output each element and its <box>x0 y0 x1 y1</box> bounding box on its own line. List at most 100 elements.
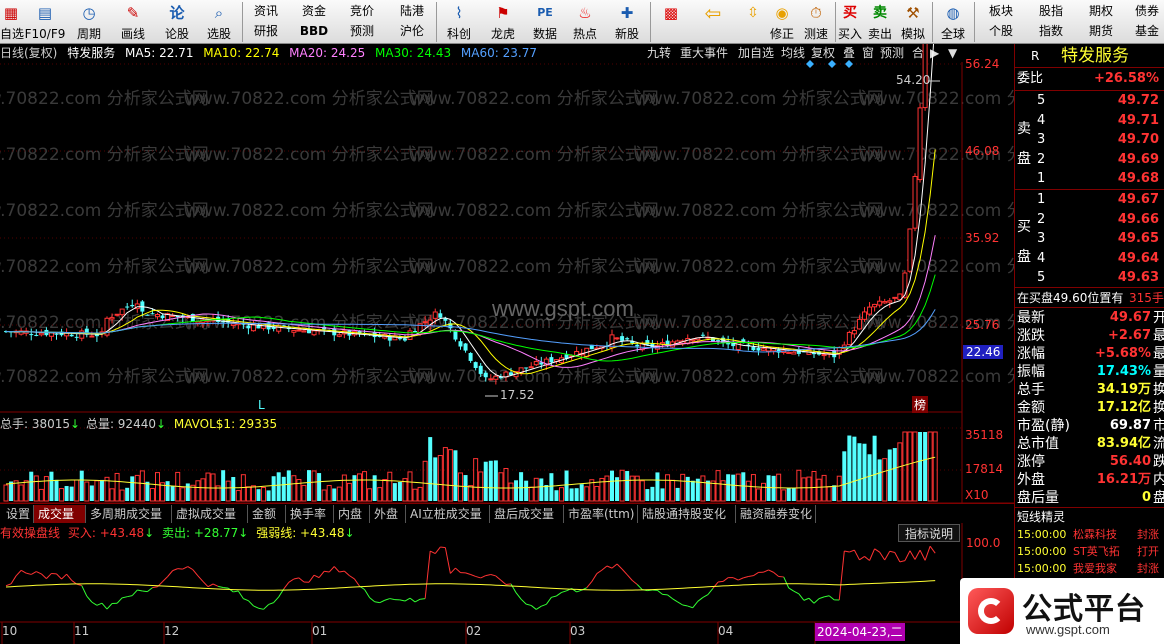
index-button[interactable]: 指数 <box>1032 21 1070 41</box>
futures-button[interactable]: 期货 <box>1082 21 1120 41</box>
forecast-button[interactable]: 预测 <box>342 21 382 41</box>
watchlist-button[interactable]: ▦ 自选 <box>0 1 24 43</box>
individual-stock-button[interactable]: 个股 <box>982 21 1020 41</box>
research-button[interactable]: 研报 <box>246 21 286 41</box>
indicator-tab[interactable]: 换手率 <box>286 505 334 523</box>
stat-label: 总手 <box>1017 382 1045 398</box>
indicator-buy-line <box>127 595 133 598</box>
auction-button-group[interactable]: 竞价 预测 <box>342 1 382 43</box>
indicator-buy-line <box>576 589 582 593</box>
indicator-tab[interactable]: 陆股通持股变化 <box>638 505 736 523</box>
watermark-text: www.70822.com 分析家公式网 <box>185 257 434 277</box>
fund-button[interactable]: 资金 <box>294 1 334 21</box>
volume-bar <box>806 476 812 502</box>
indicator-buy-line <box>606 565 613 569</box>
sell-level-row[interactable]: 5 49.72 <box>1015 92 1164 110</box>
sprite-row[interactable]: 15:00:00 我爱我家 封涨 <box>1015 560 1164 578</box>
stat-label: 涨跌 <box>1017 328 1045 344</box>
indicator-buy-line <box>288 578 295 583</box>
auction-button[interactable]: 竞价 <box>342 1 382 21</box>
futures-button-group[interactable]: 期权 期货 <box>1082 1 1120 43</box>
sell-level-row[interactable]: 2 49.69 <box>1015 151 1164 169</box>
indicator-tab[interactable]: 外盘 <box>370 505 406 523</box>
indicator-buy-line <box>444 547 451 574</box>
toolbar-separator <box>436 2 437 42</box>
sprite-row[interactable]: 15:00:00 ST英飞拓 打开 <box>1015 543 1164 561</box>
dragon-tiger-button[interactable]: ⚑ 龙虎 <box>484 1 522 43</box>
hot-spot-button[interactable]: ♨ 热点 <box>566 1 604 43</box>
indicator-tab[interactable]: 内盘 <box>334 505 370 523</box>
chart-area[interactable]: www.70822.com 分析家公式网 www.70822.com 分析家公式网… <box>0 44 1014 644</box>
sector-button-group[interactable]: 板块 个股 <box>982 1 1020 43</box>
draw-button[interactable]: ✎ 画线 <box>114 1 152 43</box>
indicator-tab[interactable]: 盘后成交量 <box>490 505 564 523</box>
sell-button[interactable]: 卖 卖出 <box>866 1 894 43</box>
indicator-buy-line <box>344 570 350 577</box>
level-number: 3 <box>1037 231 1046 246</box>
connect-button-group[interactable]: 陆港 沪伦 <box>392 1 432 43</box>
sell-level-row[interactable]: 1 49.68 <box>1015 170 1164 188</box>
indicator-buy-line <box>475 575 481 579</box>
new-stock-button[interactable]: ✚ 新股 <box>608 1 646 43</box>
sprite-row[interactable]: 15:00:00 松霖科技 封涨 <box>1015 526 1164 544</box>
buy-level-row[interactable]: 2 49.66 <box>1015 211 1164 229</box>
candle-body <box>645 340 650 345</box>
sector-button[interactable]: 板块 <box>982 1 1020 21</box>
simulate-button[interactable]: ⚒ 模拟 <box>898 1 928 43</box>
sell-level-row[interactable]: 3 49.70 <box>1015 131 1164 149</box>
color-grid-button[interactable]: ▩ <box>656 1 686 43</box>
indicator-tab[interactable]: 成交量 <box>34 505 86 523</box>
global-button[interactable]: ◍ 全球 <box>936 1 970 43</box>
funds-button[interactable]: 基金 <box>1130 21 1164 41</box>
mavol-line <box>5 456 936 489</box>
volume-bar <box>407 471 413 502</box>
bbd-button[interactable]: BBD <box>294 21 334 41</box>
speed-test-button[interactable]: ⏱ 测速 <box>800 1 832 43</box>
options-button[interactable]: 期权 <box>1082 1 1120 21</box>
stat-next-label: 最 <box>1153 346 1164 362</box>
hk-connect-button[interactable]: 陆港 <box>392 1 432 21</box>
indicator-buy-line <box>697 597 704 602</box>
indicator-tab[interactable]: 市盈率(ttm) <box>564 505 638 523</box>
indicator-buy-line <box>81 585 88 597</box>
news-button[interactable]: 资讯 <box>246 1 286 21</box>
volume-bar <box>574 488 579 501</box>
indicator-buy-line <box>349 575 355 580</box>
indicator-tab[interactable]: 多周期成交量 <box>86 505 172 523</box>
buy-button[interactable]: 买 买入 <box>836 1 864 43</box>
revise-button[interactable]: ◉ 修正 <box>766 1 798 43</box>
bonds-button[interactable]: 债券 <box>1130 1 1164 21</box>
buy-level-row[interactable]: 4 49.64 <box>1015 250 1164 268</box>
up-down-button[interactable]: ⇳ <box>738 1 768 43</box>
stock-select-button[interactable]: ⌕ 选股 <box>200 1 238 43</box>
indicator-buy-line <box>914 549 921 560</box>
bang-marker[interactable]: 榜 <box>912 396 929 413</box>
bonds-button-group[interactable]: 债券 基金 <box>1130 1 1164 43</box>
index-button-group[interactable]: 股指 指数 <box>1032 1 1070 43</box>
volume-bar <box>114 472 120 502</box>
volume-bar <box>291 475 297 502</box>
stock-review-button[interactable]: 论 论股 <box>158 1 196 43</box>
indicator-tab[interactable]: AI立桩成交量 <box>406 505 490 523</box>
buy-level-row[interactable]: 1 49.67 <box>1015 191 1164 209</box>
watermark-text: www.70822.com 分析家公式网 <box>0 367 209 387</box>
indicator-tab[interactable]: 融资融券变化 <box>736 505 816 523</box>
indicator-buy-line <box>41 573 47 580</box>
sell-level-row[interactable]: 4 49.71 <box>1015 112 1164 130</box>
buy-level-row[interactable]: 5 49.63 <box>1015 269 1164 287</box>
news-button-group[interactable]: 资讯 研报 <box>246 1 286 43</box>
sci-board-button[interactable]: ⌇ 科创 <box>440 1 478 43</box>
fund-button-group[interactable]: 资金 BBD <box>294 1 334 43</box>
indicator-help-button[interactable]: 指标说明 <box>898 524 961 542</box>
shanghai-london-button[interactable]: 沪伦 <box>392 21 432 41</box>
indicator-buy-line <box>298 577 305 583</box>
indicator-tab[interactable]: 金额 <box>248 505 286 523</box>
data-button[interactable]: PE 数据 <box>526 1 564 43</box>
indicator-tab[interactable]: 设置 <box>2 505 34 523</box>
period-button[interactable]: ◷ 周期 <box>70 1 108 43</box>
stock-index-button[interactable]: 股指 <box>1032 1 1070 21</box>
f10-button[interactable]: ▤ F10/F9 <box>24 1 66 43</box>
back-button[interactable]: ⇦ <box>698 1 728 43</box>
buy-level-row[interactable]: 3 49.65 <box>1015 230 1164 248</box>
indicator-tab[interactable]: 虚拟成交量 <box>172 505 248 523</box>
